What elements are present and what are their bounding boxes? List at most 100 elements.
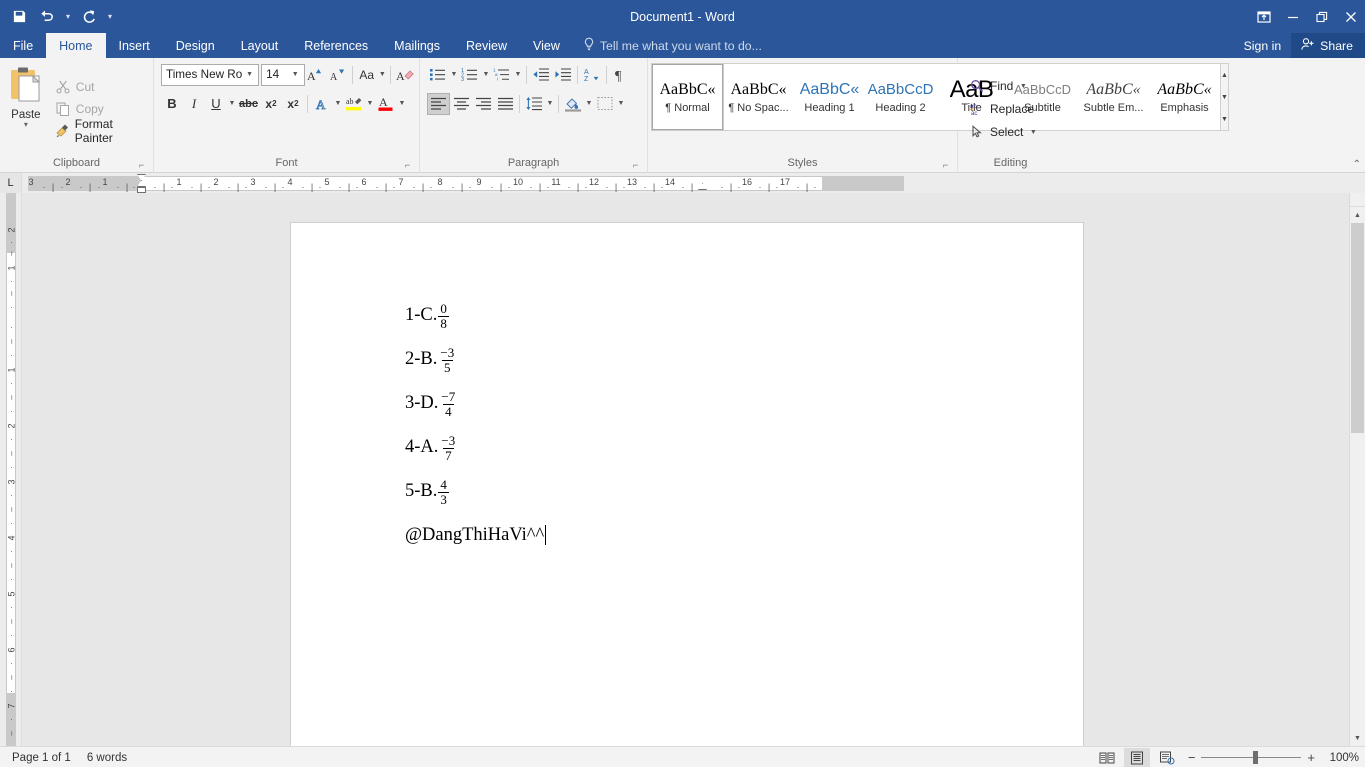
paste-caret-icon[interactable]: ▾ [24, 120, 28, 129]
zoom-slider[interactable]: − + [1188, 750, 1315, 765]
undo-caret-icon[interactable]: ▾ [62, 5, 74, 29]
document-body[interactable]: 1-C. 0 8 2-B. −3 5 3-D. −7 4 4-A. −3 7 5… [405, 293, 547, 557]
grow-font-button[interactable]: A [305, 64, 327, 86]
change-case-caret-icon[interactable]: ▼ [378, 71, 387, 78]
sort-button[interactable]: AZ [581, 64, 603, 86]
restore-icon[interactable] [1307, 0, 1336, 33]
font-name-combo[interactable]: Times New Ro ▼ [161, 63, 260, 86]
format-painter-button[interactable]: Format Painter [51, 117, 150, 145]
clipboard-dialog-launcher[interactable]: ⌐ [136, 160, 147, 171]
font-size-combo[interactable]: 14 ▼ [261, 63, 305, 86]
customize-qat-icon[interactable]: ▾ [104, 5, 116, 29]
numbering-button[interactable]: 123 [459, 64, 481, 86]
underline-caret-icon[interactable]: ▼ [227, 100, 237, 107]
superscript-button[interactable]: x2 [282, 93, 304, 115]
borders-caret-icon[interactable]: ▼ [616, 100, 626, 107]
page-indicator[interactable]: Page 1 of 1 [12, 752, 71, 764]
bullets-caret-icon[interactable]: ▼ [449, 71, 459, 78]
read-mode-button[interactable] [1094, 748, 1120, 767]
line-spacing-button[interactable] [523, 93, 545, 115]
tab-home[interactable]: Home [46, 33, 106, 58]
tab-insert[interactable]: Insert [106, 33, 163, 58]
show-formatting-marks-button[interactable]: ¶ [610, 64, 632, 86]
tab-design[interactable]: Design [163, 33, 228, 58]
font-name-caret-icon[interactable]: ▼ [243, 71, 256, 78]
font-size-caret-icon[interactable]: ▼ [289, 71, 302, 78]
replace-button[interactable]: ab ac Replace [965, 98, 1060, 121]
style-no-spacing[interactable]: AaBbC« ¶ No Spac... [723, 64, 794, 130]
select-button[interactable]: Select ▼ [965, 121, 1060, 144]
clear-formatting-button[interactable]: A [394, 64, 416, 86]
italic-button[interactable]: I [183, 93, 205, 115]
zoom-thumb[interactable] [1253, 751, 1259, 764]
styles-scroll-down-icon[interactable]: ▼ [1221, 86, 1228, 108]
tell-me-box[interactable]: Tell me what you want to do... [573, 33, 772, 58]
document-vertical-scrollbar[interactable]: ▲ ▼ [1349, 193, 1365, 746]
redo-icon[interactable] [76, 5, 102, 29]
zoom-level-label[interactable]: 100% [1323, 752, 1359, 764]
styles-scrollbar[interactable]: ▲ ▼ ▼ [1221, 63, 1229, 131]
font-dialog-launcher[interactable]: ⌐ [402, 160, 413, 171]
text-effects-caret-icon[interactable]: ▼ [333, 100, 343, 107]
share-button[interactable]: Share [1291, 33, 1365, 58]
web-layout-button[interactable] [1154, 748, 1180, 767]
style-emphasis[interactable]: AaBbC« Emphasis [1149, 64, 1220, 130]
close-icon[interactable] [1336, 0, 1365, 33]
scroll-up-icon[interactable]: ▲ [1350, 207, 1365, 223]
styles-more-icon[interactable]: ▼ [1221, 108, 1228, 130]
style-normal[interactable]: AaBbC« ¶ Normal [651, 63, 724, 131]
line-spacing-caret-icon[interactable]: ▼ [545, 100, 555, 107]
cut-button[interactable]: Cut [51, 76, 150, 98]
tab-view[interactable]: View [520, 33, 573, 58]
underline-button[interactable]: U [205, 93, 227, 115]
borders-button[interactable] [594, 93, 616, 115]
vertical-ruler[interactable]: 2 · – 1 · – · · – · 1 · – · 2 · – · 3 · … [0, 193, 22, 746]
paragraph-dialog-launcher[interactable]: ⌐ [630, 160, 641, 171]
tab-references[interactable]: References [291, 33, 381, 58]
decrease-indent-button[interactable] [530, 64, 552, 86]
collapse-ribbon-icon[interactable]: ⌃ [1353, 159, 1361, 170]
align-right-button[interactable] [472, 93, 494, 115]
document-page[interactable]: 1-C. 0 8 2-B. −3 5 3-D. −7 4 4-A. −3 7 5… [291, 223, 1083, 746]
scroll-thumb[interactable] [1351, 223, 1364, 433]
bullets-button[interactable] [427, 64, 449, 86]
scroll-down-icon[interactable]: ▼ [1350, 730, 1365, 746]
ribbon-display-options-icon[interactable] [1249, 0, 1278, 33]
style-heading-2[interactable]: AaBbCcD Heading 2 [865, 64, 936, 130]
font-color-caret-icon[interactable]: ▼ [397, 100, 407, 107]
align-center-button[interactable] [450, 93, 472, 115]
strikethrough-button[interactable]: abc [237, 93, 260, 115]
style-subtle-emphasis[interactable]: AaBbC« Subtle Em... [1078, 64, 1149, 130]
shrink-font-button[interactable]: A [327, 64, 349, 86]
word-count[interactable]: 6 words [87, 752, 127, 764]
numbering-caret-icon[interactable]: ▼ [481, 71, 491, 78]
text-effects-button[interactable]: A [311, 93, 333, 115]
multilevel-caret-icon[interactable]: ▼ [513, 71, 523, 78]
change-case-button[interactable]: Aa [356, 64, 378, 86]
tab-mailings[interactable]: Mailings [381, 33, 453, 58]
zoom-track[interactable] [1201, 751, 1302, 764]
save-icon[interactable] [6, 5, 32, 29]
find-button[interactable]: Find ▼ [965, 75, 1060, 98]
font-color-button[interactable]: A [375, 93, 397, 115]
increase-indent-button[interactable] [552, 64, 574, 86]
highlight-caret-icon[interactable]: ▼ [365, 100, 375, 107]
subscript-button[interactable]: x2 [260, 93, 282, 115]
tab-stop-selector[interactable]: L [0, 173, 22, 193]
styles-scroll-up-icon[interactable]: ▲ [1221, 64, 1228, 86]
select-caret-icon[interactable]: ▼ [1028, 129, 1038, 136]
zoom-in-button[interactable]: + [1307, 750, 1315, 765]
paste-button[interactable]: Paste ▾ [3, 62, 49, 156]
print-layout-button[interactable] [1123, 747, 1150, 767]
shading-button[interactable] [562, 93, 584, 115]
tab-review[interactable]: Review [453, 33, 520, 58]
tab-layout[interactable]: Layout [228, 33, 292, 58]
zoom-out-button[interactable]: − [1188, 750, 1196, 765]
shading-caret-icon[interactable]: ▼ [584, 100, 594, 107]
tab-file[interactable]: File [0, 33, 47, 58]
justify-button[interactable] [494, 93, 516, 115]
scroll-track[interactable] [1350, 223, 1365, 730]
sign-in-button[interactable]: Sign in [1234, 33, 1292, 58]
minimize-icon[interactable] [1278, 0, 1307, 33]
align-left-button[interactable] [427, 92, 450, 115]
